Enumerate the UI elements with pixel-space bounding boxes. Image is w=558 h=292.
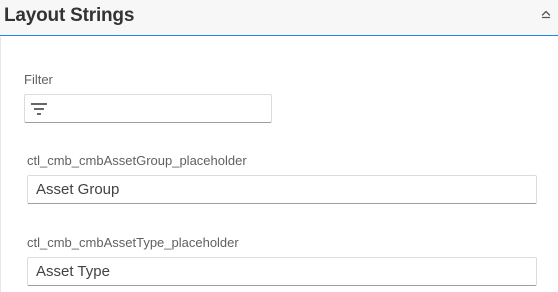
collapse-button[interactable] (538, 6, 554, 22)
asset-group-field[interactable] (27, 175, 537, 204)
asset-group-label: ctl_cmb_cmbAssetGroup_placeholder (27, 153, 247, 168)
chevron-up-icon (541, 10, 551, 19)
asset-type-input[interactable] (36, 261, 526, 282)
asset-type-field[interactable] (27, 257, 537, 286)
asset-group-input[interactable] (36, 179, 526, 200)
panel-header[interactable]: Layout Strings (0, 0, 558, 36)
panel-title: Layout Strings (4, 5, 135, 26)
filter-input[interactable] (55, 98, 265, 119)
filter-field[interactable] (24, 94, 272, 123)
asset-type-label: ctl_cmb_cmbAssetType_placeholder (27, 235, 239, 250)
layout-strings-panel: Layout Strings Filter ctl_cmb_cmbAssetGr… (0, 0, 558, 292)
filter-label: Filter (24, 72, 53, 87)
panel-left-border (0, 37, 1, 292)
filter-icon[interactable] (30, 102, 48, 116)
